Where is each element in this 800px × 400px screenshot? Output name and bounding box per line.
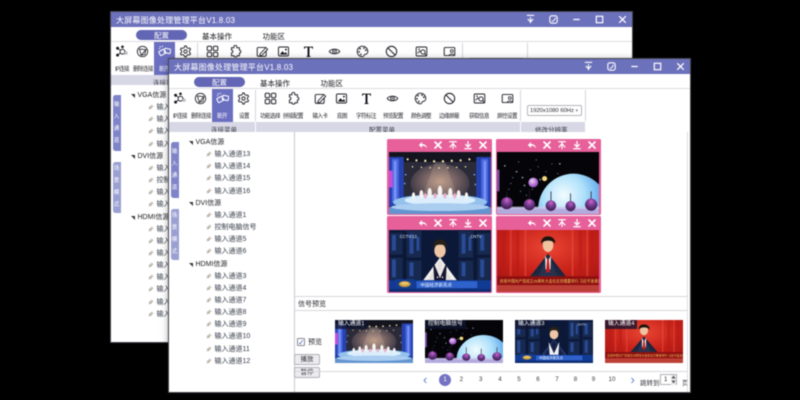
svg-text:中国经济新亮点: 中国经济新亮点 (539, 355, 564, 360)
svg-text:CNTV: CNTV (470, 233, 481, 238)
svg-text:CCTV-13: CCTV-13 (400, 233, 418, 238)
svg-text:庆祝中国共产党成立25周年大会在北京隆重举行 习近平发表重要: 庆祝中国共产党成立25周年大会在北京隆重举行 习近平发表重要讲话 (500, 278, 599, 283)
svg-text:CNTV: CNTV (577, 323, 586, 327)
svg-text:庆祝中国共产党成立25周年大会在北京隆重举行 习近平发表重要: 庆祝中国共产党成立25周年大会在北京隆重举行 习近平发表重要讲话 (607, 354, 683, 358)
svg-text:中国经济新亮点: 中国经济新亮点 (420, 281, 452, 288)
